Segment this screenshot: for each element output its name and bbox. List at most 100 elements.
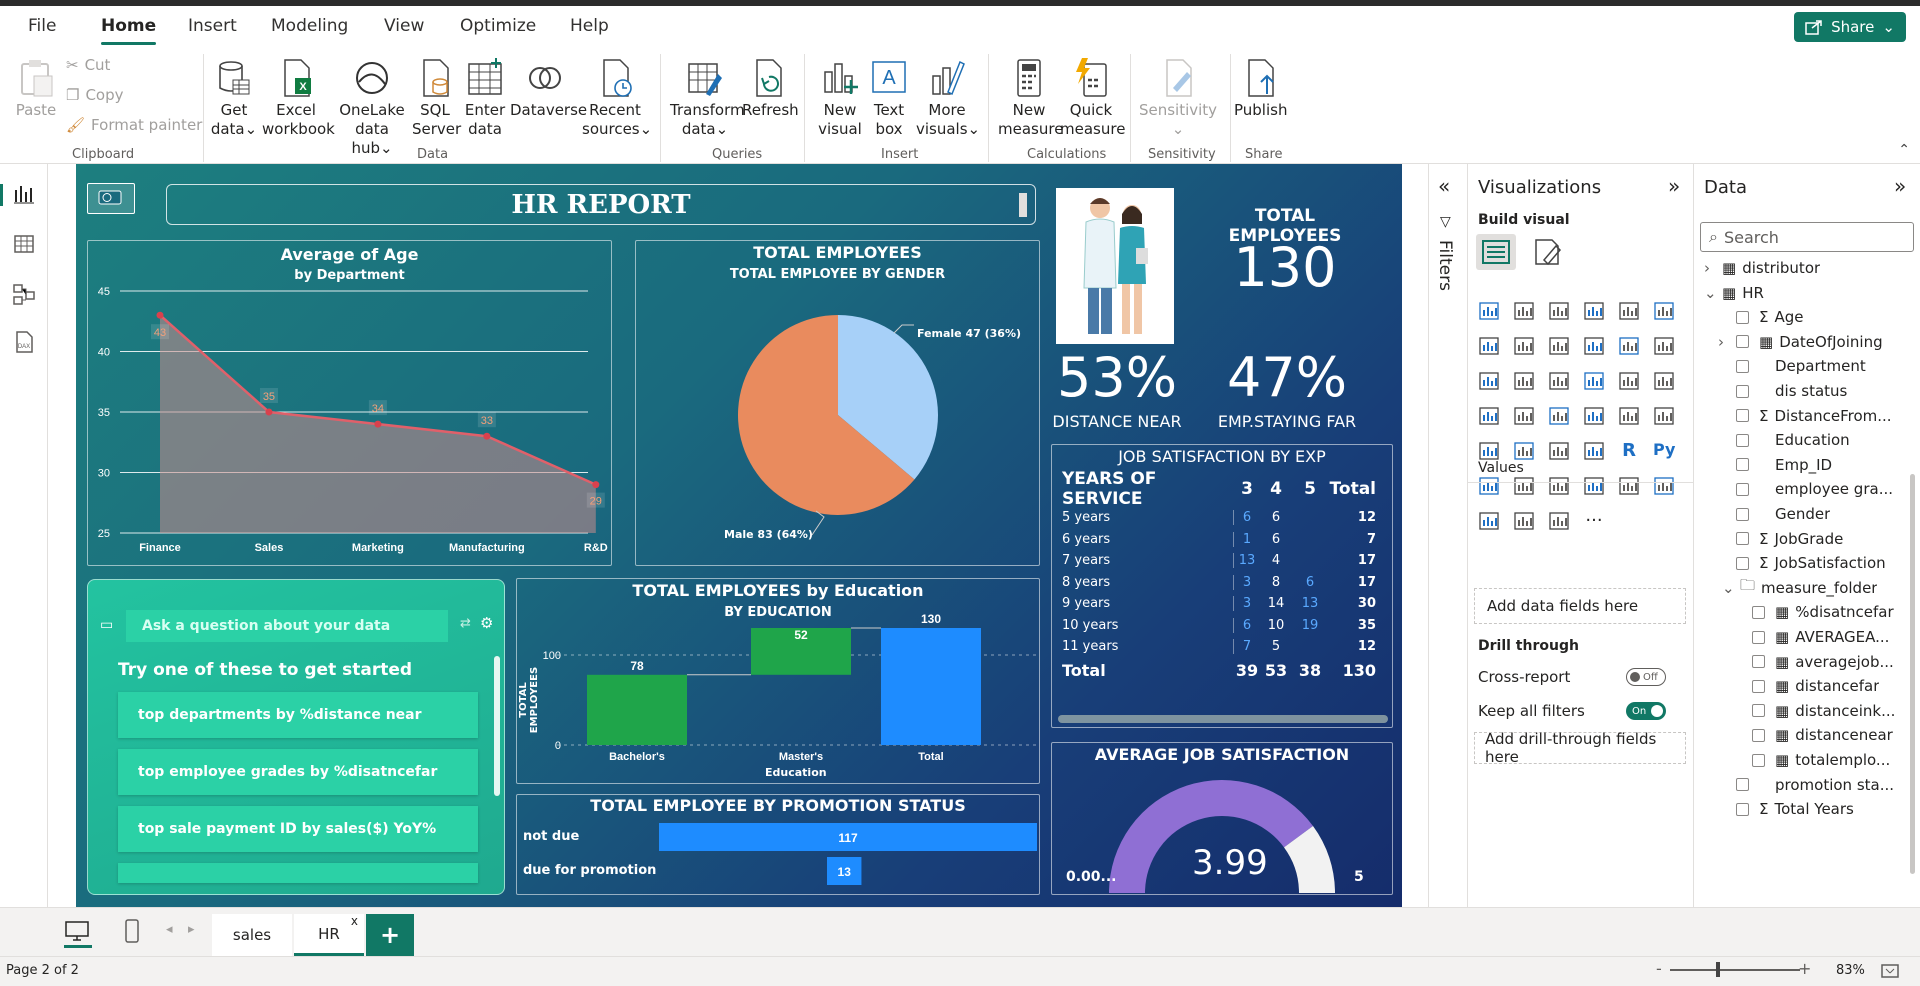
field-item[interactable]: dis status: [1694, 379, 1847, 403]
area-visual-icon[interactable]: [1513, 335, 1535, 357]
qa-suggestion[interactable]: top departments by %distance near: [118, 692, 478, 738]
sensitivity-button[interactable]: Sensitivity ⌄: [1136, 58, 1220, 139]
scatter-visual-icon[interactable]: [1548, 370, 1570, 392]
paste-button[interactable]: Paste: [14, 58, 58, 120]
field-checkbox[interactable]: [1736, 310, 1749, 324]
tab-insert[interactable]: Insert: [188, 16, 237, 36]
clustered-bar-visual-icon[interactable]: [1548, 300, 1570, 322]
azure-map-visual-icon[interactable]: [1548, 405, 1570, 427]
table-visual-icon[interactable]: [1548, 440, 1570, 462]
search-input[interactable]: ⌕ Search: [1700, 222, 1914, 252]
cross-report-toggle[interactable]: Off: [1626, 668, 1666, 686]
tab-modeling[interactable]: Modeling: [271, 16, 348, 36]
title-scrollbar[interactable]: [1019, 193, 1027, 217]
100-column-visual-icon[interactable]: [1653, 300, 1675, 322]
map-visual-icon[interactable]: [1478, 405, 1500, 427]
100-bar-visual-icon[interactable]: [1618, 300, 1640, 322]
qa-convert-icon[interactable]: ⇄: [460, 616, 471, 631]
ribbon-visual-icon[interactable]: [1653, 335, 1675, 357]
collapse-data-pane-icon[interactable]: »: [1894, 174, 1906, 198]
add-drill-through-well[interactable]: Add drill-through fields here: [1474, 730, 1686, 766]
field-item[interactable]: ▦ distanceink...: [1694, 699, 1895, 723]
page-tab-hr[interactable]: HR x: [294, 914, 364, 956]
field-checkbox[interactable]: [1736, 335, 1749, 349]
gauge-visual-icon[interactable]: [1583, 405, 1605, 427]
stacked-column-visual-icon[interactable]: [1513, 300, 1535, 322]
new-measure-button[interactable]: New measure: [998, 58, 1063, 139]
field-item[interactable]: Emp_ID: [1694, 453, 1832, 477]
field-checkbox[interactable]: [1752, 728, 1765, 742]
promotion-chart-card[interactable]: TOTAL EMPLOYEE BY PROMOTION STATUS not d…: [516, 794, 1040, 895]
goals-visual-icon[interactable]: [1618, 475, 1640, 497]
qa-visual-icon[interactable]: [1548, 475, 1570, 497]
power-automate-visual-icon[interactable]: [1548, 510, 1570, 532]
card-visual-icon[interactable]: [1618, 405, 1640, 427]
gauge-card[interactable]: AVERAGE JOB SATISFACTION 3.99 0.00... 5: [1051, 742, 1393, 895]
report-view-icon[interactable]: [12, 182, 36, 206]
field-item[interactable]: Gender: [1694, 502, 1830, 526]
add-page-button[interactable]: +: [366, 914, 414, 956]
dax-query-view-icon[interactable]: DAX: [12, 330, 36, 354]
pie-visual-icon[interactable]: [1583, 370, 1605, 392]
desktop-layout-icon[interactable]: [64, 920, 90, 942]
field-item[interactable]: Σ JobSatisfaction: [1694, 551, 1886, 575]
field-checkbox[interactable]: [1736, 507, 1749, 521]
data-pane-scrollbar[interactable]: [1910, 474, 1915, 874]
arcgis-visual-icon[interactable]: [1513, 510, 1535, 532]
stacked-bar-visual-icon[interactable]: [1478, 300, 1500, 322]
qa-suggestion[interactable]: top sale payment ID by sales($) YoY%: [118, 806, 478, 852]
build-visual-tab[interactable]: [1476, 234, 1516, 270]
table-view-icon[interactable]: [12, 232, 36, 256]
prev-page-icon[interactable]: ◂: [166, 922, 173, 937]
field-item[interactable]: employee gra...: [1694, 477, 1893, 501]
age-chart-card[interactable]: Average of Age by Department 25 30 35 40 45 4…: [87, 240, 612, 566]
field-checkbox[interactable]: [1752, 753, 1765, 767]
field-item[interactable]: Σ JobGrade: [1694, 527, 1843, 551]
tab-optimize[interactable]: Optimize: [460, 16, 536, 36]
field-checkbox[interactable]: [1752, 679, 1765, 693]
sql-server-button[interactable]: SQL Server: [412, 58, 461, 139]
kpi-visual-icon[interactable]: [1478, 440, 1500, 462]
funnel-visual-icon[interactable]: [1513, 370, 1535, 392]
share-button[interactable]: Share ⌄: [1794, 12, 1906, 42]
field-checkbox[interactable]: [1752, 605, 1765, 619]
field-item[interactable]: Σ Total Years: [1694, 797, 1854, 821]
get-data-button[interactable]: Get data⌄: [210, 58, 258, 139]
field-item[interactable]: promotion sta...: [1694, 773, 1894, 797]
tab-help[interactable]: Help: [570, 16, 609, 36]
format-painter-button[interactable]: 🖌 Format painter: [66, 116, 202, 134]
waterfall-visual-icon[interactable]: [1478, 370, 1500, 392]
qa-visual[interactable]: ▭ Ask a question about your data ⇄ ⚙ Try…: [87, 579, 505, 895]
field-checkbox[interactable]: [1736, 359, 1749, 373]
field-checkbox[interactable]: [1736, 556, 1749, 570]
matrix-visual-icon[interactable]: [1583, 440, 1605, 462]
power-apps-visual-icon[interactable]: [1478, 510, 1500, 532]
field-checkbox[interactable]: [1736, 458, 1749, 472]
field-checkbox[interactable]: [1736, 802, 1749, 816]
field-item[interactable]: Σ Age: [1694, 305, 1804, 329]
qa-input[interactable]: Ask a question about your data: [126, 610, 448, 642]
more-visuals-button[interactable]: More visuals⌄: [916, 58, 980, 139]
page-tab-sales[interactable]: sales: [212, 914, 292, 956]
dataverse-button[interactable]: Dataverse: [510, 58, 587, 120]
expand-filters-icon[interactable]: «: [1438, 174, 1450, 198]
field-item[interactable]: › ▦ DateOfJoining: [1694, 330, 1883, 354]
key-influencers-visual-icon[interactable]: [1478, 475, 1500, 497]
collapse-pane-icon[interactable]: »: [1668, 174, 1680, 198]
mobile-layout-icon[interactable]: [124, 918, 140, 944]
text-box-button[interactable]: A Text box: [868, 58, 910, 139]
enter-data-button[interactable]: Enter data: [464, 58, 506, 139]
narrative-visual-icon[interactable]: [1583, 475, 1605, 497]
back-button[interactable]: [87, 183, 135, 214]
tab-home[interactable]: Home: [101, 16, 157, 45]
treemap-visual-icon[interactable]: [1653, 370, 1675, 392]
field-item[interactable]: ▦ totalemplo...: [1694, 748, 1890, 772]
gender-chart-card[interactable]: TOTAL EMPLOYEES TOTAL EMPLOYEE BY GENDER…: [635, 240, 1040, 566]
line-stacked-column-visual-icon[interactable]: [1618, 335, 1640, 357]
keep-filters-toggle[interactable]: On: [1626, 702, 1666, 720]
close-tab-icon[interactable]: x: [351, 914, 358, 928]
filters-pane-collapsed[interactable]: « ▽ Filters: [1428, 164, 1468, 907]
next-page-icon[interactable]: ▸: [188, 922, 195, 937]
filled-map-visual-icon[interactable]: [1513, 405, 1535, 427]
field-item[interactable]: ▦ AVERAGEA...: [1694, 625, 1889, 649]
